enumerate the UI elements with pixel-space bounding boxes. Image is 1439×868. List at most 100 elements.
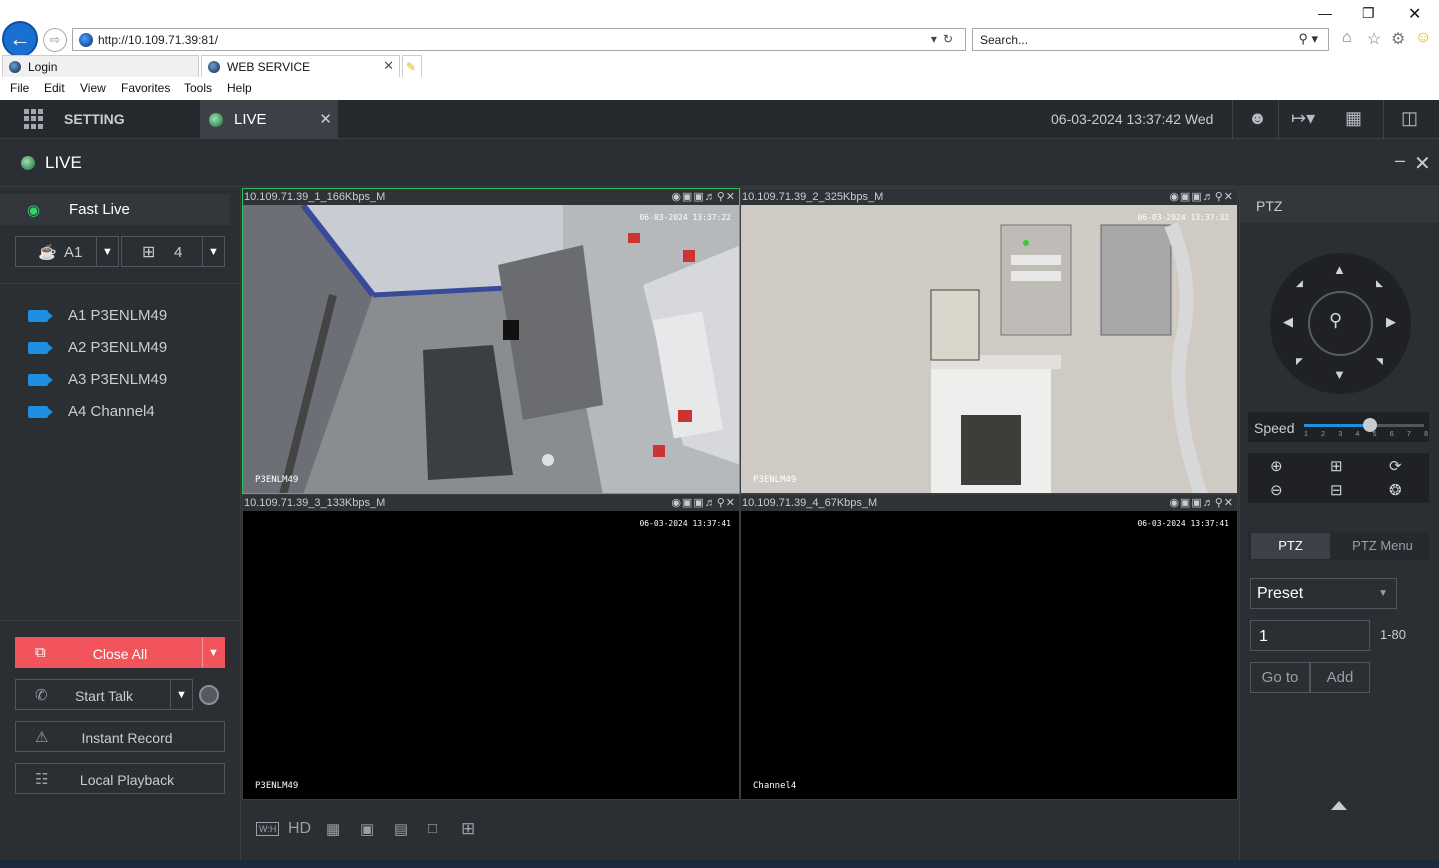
user-icon[interactable]: ☻: [1248, 108, 1267, 129]
menu-file[interactable]: File: [10, 81, 29, 95]
instant-record-button[interactable]: ⚠ Instant Record: [15, 721, 225, 752]
chevron-down-icon[interactable]: ▼: [202, 237, 224, 266]
logout-icon[interactable]: ↦▾: [1291, 108, 1315, 129]
menu-view[interactable]: View: [80, 81, 106, 95]
pan-up-icon[interactable]: ▲: [1333, 262, 1346, 277]
pan-up-right-icon[interactable]: ◣: [1376, 278, 1383, 289]
menu-tools[interactable]: Tools: [184, 81, 212, 95]
menu-favorites[interactable]: Favorites: [121, 81, 170, 95]
close-window-icon[interactable]: ✕: [1408, 4, 1421, 24]
group-select[interactable]: ☕ A1 ▼: [15, 236, 119, 267]
focus-near-icon[interactable]: ⊞: [1330, 457, 1343, 475]
pan-up-left-icon[interactable]: ◢: [1296, 278, 1303, 289]
close-panel-icon[interactable]: ✕: [1414, 151, 1431, 176]
restore-icon[interactable]: ❐: [1362, 5, 1375, 22]
tools-gear-icon[interactable]: ⚙: [1391, 29, 1405, 49]
close-tab-icon[interactable]: ✕: [319, 110, 332, 128]
layout-select[interactable]: ⊞ 4 ▼: [121, 236, 225, 267]
chevron-down-icon[interactable]: ▼: [202, 638, 224, 667]
fast-live-header[interactable]: ◉ Fast Live: [0, 194, 230, 225]
tab-live[interactable]: LIVE ✕: [200, 100, 338, 139]
monitor-icon[interactable]: ◫: [1401, 108, 1418, 129]
window-icon[interactable]: ▤: [394, 820, 408, 838]
pane-tools-icon[interactable]: ◉▣▣♬⚲✕: [671, 189, 736, 205]
tab-ptz-menu[interactable]: PTZ Menu: [1340, 533, 1425, 559]
zoom-in-icon[interactable]: ⊕: [1270, 457, 1283, 475]
channel-item[interactable]: A4 Channel4: [28, 403, 155, 420]
video-pane[interactable]: 10.109.71.39_4_67Kbps_M ◉▣▣♬⚲✕ 06-03-2024…: [740, 494, 1238, 800]
channel-item[interactable]: A2 P3ENLM49: [28, 339, 167, 356]
zoom-out-icon[interactable]: ⊖: [1270, 481, 1283, 499]
speed-slider-handle[interactable]: [1363, 418, 1377, 432]
preset-select-value: Preset: [1257, 585, 1304, 602]
video-pane[interactable]: 10.109.71.39_1_166Kbps_M ◉▣▣♬⚲✕ 06-03-202…: [242, 188, 740, 494]
ptz-direction-dial[interactable]: ⚲ ▲ ▼ ◀ ▶ ◢ ◣ ◤ ◥: [1270, 253, 1411, 394]
favorites-star-icon[interactable]: ☆: [1367, 29, 1381, 49]
browser-search-input[interactable]: Search... ⚲ ▾: [972, 28, 1329, 51]
osd-timestamp: 06-03-2024 13:37:41: [1137, 519, 1229, 528]
goto-button[interactable]: Go to: [1250, 662, 1310, 693]
local-playback-button[interactable]: ☷ Local Playback: [15, 763, 225, 794]
single-view-icon[interactable]: □: [428, 820, 437, 837]
quad-view-icon[interactable]: ⊞: [461, 819, 475, 839]
site-icon: [79, 32, 93, 47]
speed-tick: 6: [1389, 431, 1394, 438]
close-all-button[interactable]: ⧉ Close All ▼: [15, 637, 225, 668]
speed-tick: 1: [1304, 431, 1308, 438]
forward-arrow-icon[interactable]: ⇨: [43, 28, 67, 52]
setting-button[interactable]: SETTING: [64, 111, 125, 127]
close-tab-icon[interactable]: ✕: [383, 58, 394, 74]
pan-down-icon[interactable]: ▼: [1333, 367, 1346, 382]
search-icon[interactable]: ⚲ ▾: [1298, 31, 1318, 47]
pane-tools-icon[interactable]: ◉▣▣♬⚲✕: [671, 495, 736, 511]
focus-far-icon[interactable]: ⊟: [1330, 481, 1343, 499]
pan-right-icon[interactable]: ▶: [1386, 314, 1396, 330]
scaling-icon[interactable]: ▦: [326, 820, 340, 838]
video-pane[interactable]: 10.109.71.39_3_133Kbps_M ◉▣▣♬⚲✕ 06-03-202…: [242, 494, 740, 800]
pane-tools-icon[interactable]: ◉▣▣♬⚲✕: [1169, 495, 1234, 511]
collapse-up-icon[interactable]: [1331, 801, 1347, 810]
ptz-center-button[interactable]: ⚲: [1308, 291, 1373, 356]
speed-label: Speed: [1254, 420, 1295, 436]
aspect-ratio-button[interactable]: W:H: [256, 822, 280, 836]
video-pane[interactable]: 10.109.71.39_2_325Kbps_M ◉▣▣♬⚲✕ 06-03-202…: [740, 188, 1238, 494]
preset-select[interactable]: Preset ▼: [1250, 578, 1397, 609]
apps-grid-icon[interactable]: [24, 109, 44, 129]
add-preset-button[interactable]: Add: [1310, 662, 1370, 693]
aperture-icon[interactable]: ❂: [1389, 481, 1402, 499]
address-bar[interactable]: http://10.109.71.39:81/ ▾↻: [72, 28, 966, 51]
pan-down-right-icon[interactable]: ◥: [1376, 356, 1383, 367]
url-text: http://10.109.71.39:81/: [98, 32, 219, 47]
smiley-icon[interactable]: ☺: [1415, 29, 1431, 47]
fast-live-icon: ◉: [27, 202, 41, 219]
menu-edit[interactable]: Edit: [44, 81, 65, 95]
iris-rotate-icon[interactable]: ⟳: [1389, 457, 1402, 475]
minimize-panel-icon[interactable]: –: [1395, 150, 1405, 171]
qr-code-icon[interactable]: ▦: [1345, 108, 1362, 129]
channel-item[interactable]: A3 P3ENLM49: [28, 371, 167, 388]
app-header: SETTING LIVE ✕ 06-03-2024 13:37:42 Wed ☻…: [0, 100, 1439, 139]
channel-item[interactable]: A1 P3ENLM49: [28, 307, 167, 324]
record-indicator-icon[interactable]: [199, 685, 219, 705]
pan-left-icon[interactable]: ◀: [1283, 314, 1293, 330]
tab-label: WEB SERVICE: [227, 59, 311, 74]
new-tab-icon[interactable]: ✎: [402, 55, 422, 77]
search-placeholder: Search...: [980, 32, 1029, 47]
chevron-down-icon[interactable]: ▼: [96, 237, 118, 266]
fullscreen-icon[interactable]: ▣: [360, 820, 374, 838]
tab-web-service[interactable]: WEB SERVICE ✕: [201, 55, 400, 77]
preset-number-input[interactable]: 1: [1250, 620, 1370, 651]
chevron-down-icon[interactable]: ▼: [170, 680, 192, 709]
minimize-icon[interactable]: —: [1318, 5, 1332, 21]
pane-tools-icon[interactable]: ◉▣▣♬⚲✕: [1169, 189, 1234, 205]
ptz-panel: PTZ ⚲ ▲ ▼ ◀ ▶ ◢ ◣ ◤ ◥ Speed 1 2 3 4 5 6 …: [1239, 188, 1439, 860]
menu-help[interactable]: Help: [227, 81, 252, 95]
hd-button[interactable]: HD: [288, 820, 311, 838]
back-arrow-icon[interactable]: ←: [2, 21, 38, 57]
address-controls-icon[interactable]: ▾↻: [931, 32, 959, 46]
tab-login[interactable]: Login: [2, 55, 199, 77]
tab-ptz[interactable]: PTZ: [1251, 533, 1330, 559]
start-talk-button[interactable]: ✆ Start Talk ▼: [15, 679, 193, 710]
home-icon[interactable]: ⌂: [1342, 29, 1352, 47]
pan-down-left-icon[interactable]: ◤: [1296, 356, 1303, 367]
